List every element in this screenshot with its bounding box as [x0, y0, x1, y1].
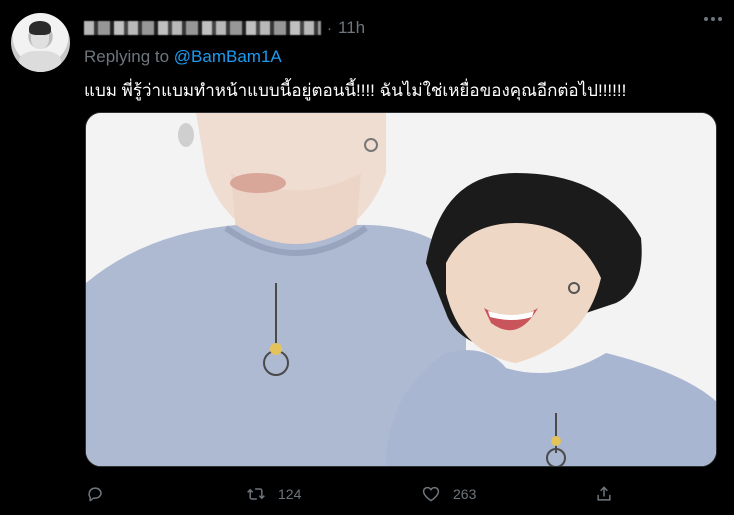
tweet-time[interactable]: 11h	[338, 18, 365, 38]
avatar-shirt	[19, 51, 61, 72]
retweet-button[interactable]: 124	[246, 484, 301, 504]
retweet-icon	[247, 488, 265, 500]
more-horizontal-icon[interactable]	[704, 17, 722, 21]
avatar[interactable]	[11, 13, 70, 72]
tweet-media-photo[interactable]	[85, 112, 717, 467]
blurred-display-name	[84, 21, 321, 35]
avatar-hair	[29, 21, 51, 35]
replying-to: Replying to @BamBam1A	[84, 47, 282, 67]
replying-prefix: Replying to	[84, 47, 170, 66]
separator-dot: ·	[327, 19, 332, 37]
tweet-text: แบม พี่รู้ว่าแบมทำหน้าแบบนี้อยู่ตอนนี้!!…	[84, 81, 627, 100]
photo-illustration	[86, 113, 716, 466]
share-button[interactable]	[594, 484, 614, 504]
retweet-count: 124	[278, 486, 302, 502]
reply-button[interactable]	[86, 484, 118, 504]
heart-icon	[422, 486, 440, 502]
like-count: 263	[453, 486, 477, 502]
like-button[interactable]: 263	[421, 484, 476, 504]
share-icon	[597, 486, 611, 501]
tweet-header: · 11h	[84, 17, 365, 39]
replying-handle-link[interactable]: @BamBam1A	[174, 47, 282, 66]
reply-icon	[88, 487, 102, 502]
tweet-actions: 124 263	[86, 484, 626, 508]
tweet-card[interactable]: · 11h Replying to @BamBam1A แบม พี่รู้ว่…	[0, 0, 734, 515]
